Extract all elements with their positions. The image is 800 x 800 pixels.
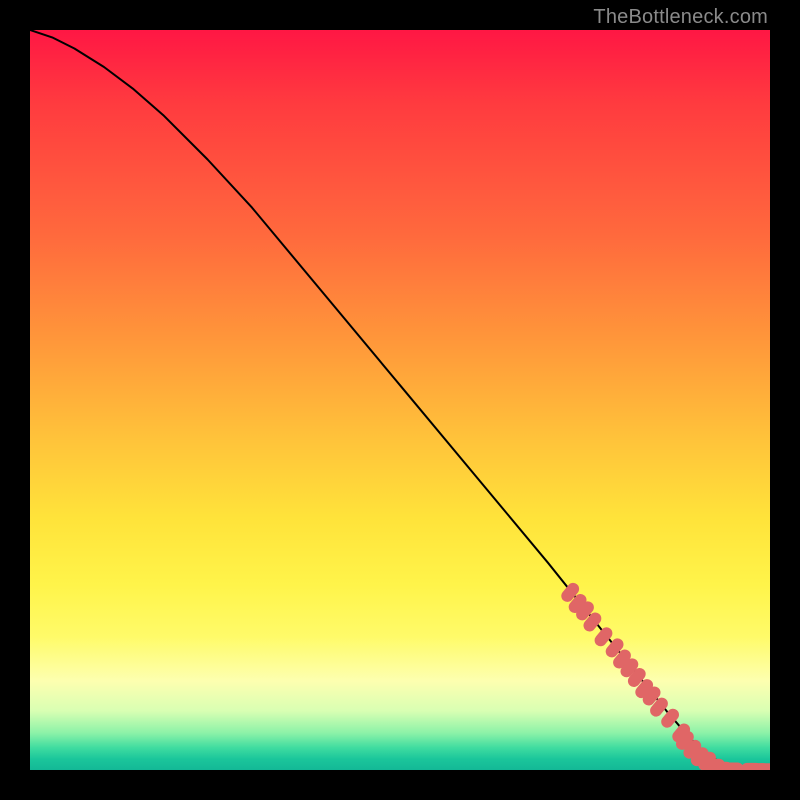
data-point [634, 674, 640, 681]
points-layer [567, 589, 770, 769]
data-point [575, 600, 581, 607]
data-point [656, 704, 662, 711]
data-point [627, 664, 633, 671]
chart-stage: TheBottleneck.com [0, 0, 800, 800]
watermark-text: TheBottleneck.com [593, 6, 768, 29]
data-point [689, 746, 695, 753]
data-point [567, 589, 573, 596]
data-point [667, 715, 673, 722]
data-point [619, 656, 625, 663]
chart-svg [30, 30, 770, 770]
data-point [612, 644, 618, 651]
data-point [649, 693, 655, 700]
data-point [641, 685, 647, 692]
curve-layer [30, 30, 770, 770]
plot-area [30, 30, 770, 770]
data-point [601, 633, 607, 640]
curve-path [30, 30, 770, 770]
data-point [582, 607, 588, 614]
data-point [590, 619, 596, 626]
data-point [682, 737, 688, 744]
